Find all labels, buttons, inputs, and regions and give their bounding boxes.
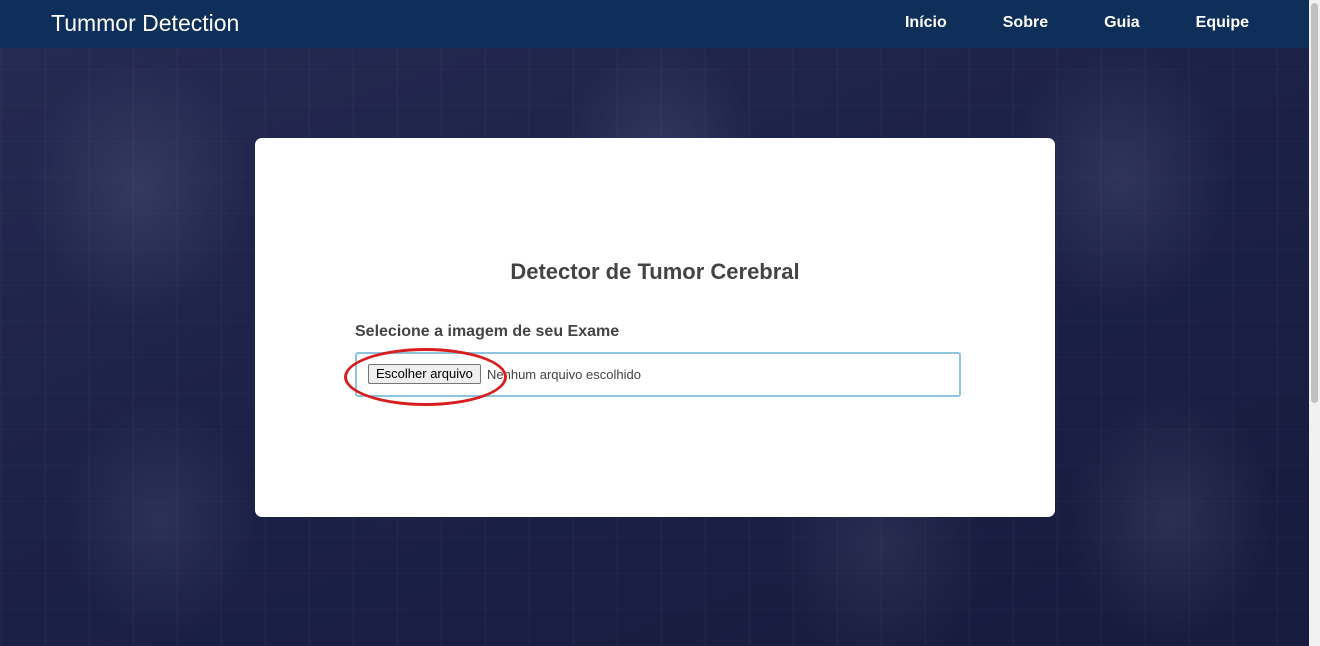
- nav-link-sobre[interactable]: Sobre: [1003, 14, 1048, 32]
- nav-link-guia[interactable]: Guia: [1104, 14, 1140, 32]
- choose-file-button[interactable]: Escolher arquivo: [368, 364, 481, 384]
- nav-link-equipe[interactable]: Equipe: [1196, 14, 1249, 32]
- file-input[interactable]: Escolher arquivo Nenhum arquivo escolhid…: [355, 352, 961, 397]
- nav-link-inicio[interactable]: Início: [905, 14, 947, 32]
- upload-card: Detector de Tumor Cerebral Selecione a i…: [255, 138, 1055, 517]
- file-status-text: Nenhum arquivo escolhido: [487, 367, 641, 382]
- scrollbar-thumb[interactable]: [1311, 3, 1318, 403]
- nav-links: Início Sobre Guia Equipe: [849, 14, 1249, 32]
- vertical-scrollbar[interactable]: [1309, 0, 1320, 646]
- brand-logo-text[interactable]: Tummor Detection: [51, 10, 239, 37]
- top-navbar: Tummor Detection Início Sobre Guia Equip…: [0, 0, 1309, 48]
- file-input-label: Selecione a imagem de seu Exame: [355, 323, 620, 340]
- page-title: Detector de Tumor Cerebral: [510, 259, 800, 284]
